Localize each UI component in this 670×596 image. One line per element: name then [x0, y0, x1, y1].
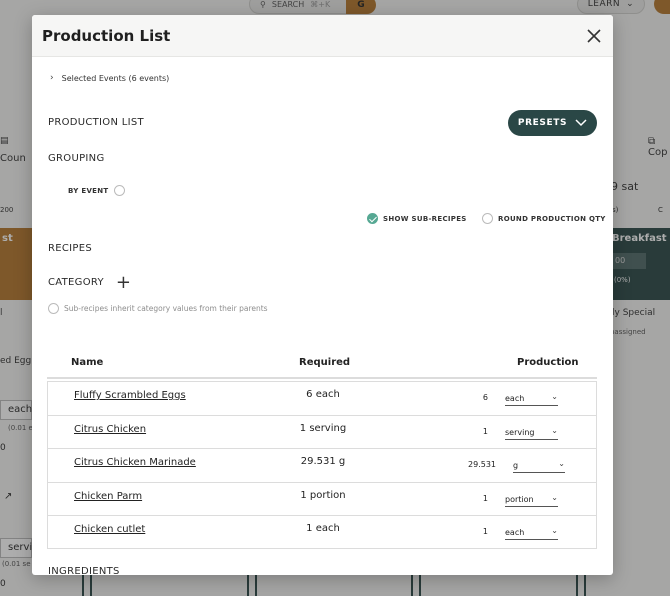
production-qty[interactable]: 1	[483, 427, 488, 436]
presets-label: PRESETS	[517, 118, 568, 128]
unit-select[interactable]: serving ⌄	[505, 425, 558, 440]
column-header-name: Name	[71, 357, 104, 368]
modal-header: Production List	[32, 15, 613, 57]
inherit-option[interactable]: Sub-recipes inherit category values from…	[48, 303, 268, 314]
table-row: Chicken cutlet 1 each 1 each ⌄	[48, 516, 596, 550]
inherit-checkbox[interactable]	[48, 303, 59, 314]
inherit-note-label: Sub-recipes inherit category values from…	[64, 304, 268, 313]
unit-select[interactable]: each ⌄	[505, 391, 558, 406]
recipe-name-link[interactable]: Chicken cutlet	[74, 524, 145, 535]
add-category-icon[interactable]: +	[116, 273, 131, 291]
unit-value: each	[505, 528, 525, 538]
by-event-radio[interactable]	[114, 185, 126, 196]
recipes-table: Fluffy Scrambled Eggs 6 each 6 each ⌄ Cit…	[47, 381, 597, 549]
recipe-name-link[interactable]: Chicken Parm	[74, 491, 142, 502]
production-qty[interactable]: 1	[483, 527, 488, 536]
unit-value: portion	[505, 494, 534, 504]
production-list-label: PRODUCTION LIST	[48, 117, 144, 128]
table-row: Citrus Chicken 1 serving 1 serving ⌄	[48, 416, 596, 450]
category-row: CATEGORY +	[48, 273, 131, 291]
required-value: 6 each	[306, 389, 340, 400]
production-qty[interactable]: 29.531	[468, 460, 496, 469]
required-value: 1 each	[306, 523, 340, 535]
round-qty-checkbox[interactable]	[482, 213, 493, 224]
unit-select[interactable]: each ⌄	[505, 525, 558, 541]
production-qty[interactable]: 6	[483, 393, 488, 402]
selected-events-toggle[interactable]: › Selected Events (6 events)	[50, 73, 169, 83]
recipe-name-link[interactable]: Citrus Chicken Marinade	[74, 457, 196, 468]
close-icon[interactable]	[585, 27, 603, 45]
required-value: 1 serving	[299, 422, 347, 434]
column-header-required: Required	[299, 357, 351, 368]
chevron-down-icon: ⌄	[551, 392, 558, 401]
table-row: Chicken Parm 1 portion 1 portion ⌄	[48, 483, 596, 517]
table-row: Citrus Chicken Marinade 29.531 g 29.531 …	[48, 449, 596, 483]
production-list-modal: Production List › Selected Events (6 eve…	[32, 15, 613, 575]
by-event-label: BY EVENT	[68, 186, 109, 195]
recipe-name-link[interactable]: Citrus Chicken	[74, 424, 146, 435]
recipe-name-link[interactable]: Fluffy Scrambled Eggs	[74, 390, 186, 401]
unit-value: serving	[505, 427, 535, 437]
unit-select[interactable]: portion ⌄	[505, 492, 558, 507]
grouping-label: GROUPING	[48, 153, 105, 164]
unit-select[interactable]: g ⌄	[513, 458, 565, 474]
column-header-production: Production	[517, 357, 579, 368]
production-qty[interactable]: 1	[483, 494, 488, 503]
chevron-right-icon: ›	[50, 73, 54, 83]
unit-value: each	[505, 394, 525, 403]
category-label: CATEGORY	[48, 277, 104, 288]
recipes-label: RECIPES	[48, 243, 92, 254]
chevron-down-icon	[575, 119, 587, 127]
chevron-down-icon: ⌄	[551, 526, 558, 536]
chevron-down-icon: ⌄	[551, 425, 558, 435]
required-value: 29.531 g	[300, 456, 346, 468]
unit-value: g	[513, 461, 519, 471]
show-subrecipes-checkbox[interactable]	[367, 213, 378, 224]
required-value: 1 portion	[300, 489, 346, 501]
table-header: Name Required Production	[47, 347, 597, 379]
round-qty-option[interactable]: ROUND PRODUCTION QTY	[482, 213, 606, 224]
selected-events-label: Selected Events (6 events)	[61, 73, 170, 83]
show-subrecipes-option[interactable]: SHOW SUB-RECIPES	[367, 213, 467, 224]
ingredients-label: INGREDIENTS	[48, 566, 120, 575]
round-qty-label: ROUND PRODUCTION QTY	[498, 214, 606, 223]
modal-title: Production List	[42, 26, 171, 45]
show-subrecipes-label: SHOW SUB-RECIPES	[383, 214, 467, 223]
chevron-down-icon: ⌄	[551, 492, 558, 502]
by-event-option[interactable]: BY EVENT	[68, 185, 126, 196]
chevron-down-icon: ⌄	[558, 459, 565, 469]
table-row: Fluffy Scrambled Eggs 6 each 6 each ⌄	[48, 382, 596, 416]
presets-button[interactable]: PRESETS	[508, 110, 597, 136]
